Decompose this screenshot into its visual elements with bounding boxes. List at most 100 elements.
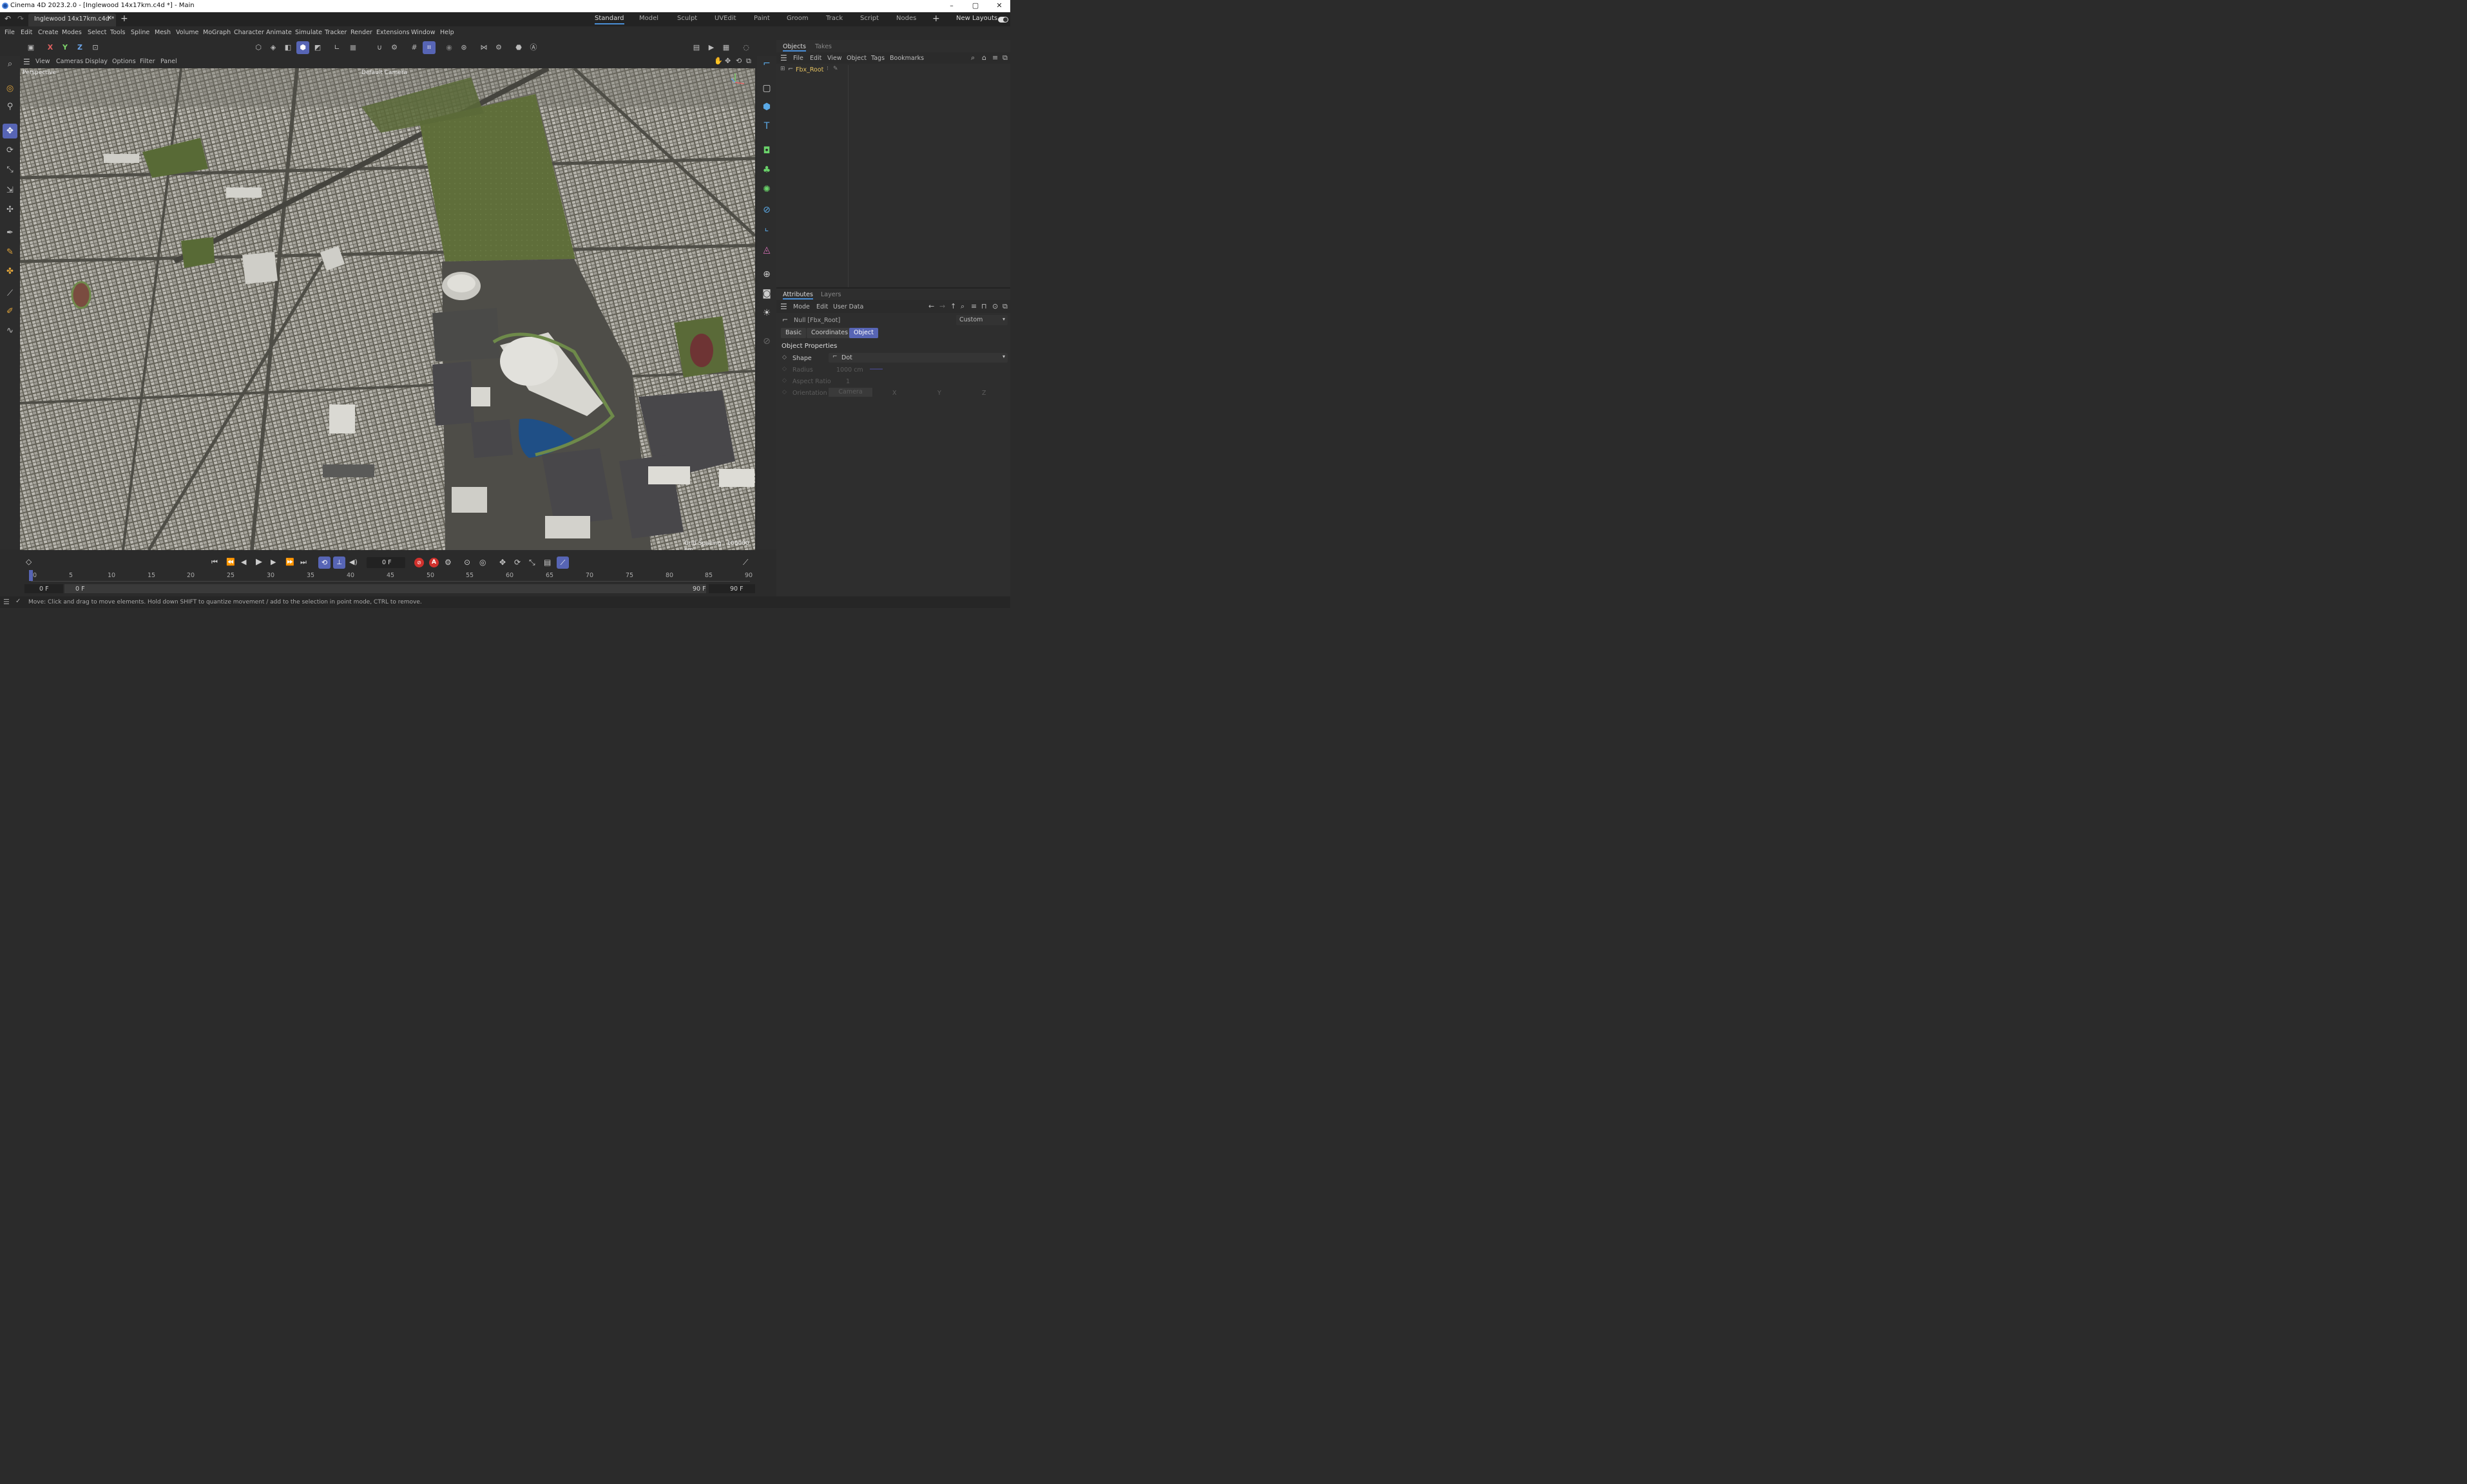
attributes-menu-user-data[interactable]: User Data <box>833 303 863 310</box>
camera-icon[interactable]: ◙ <box>759 286 774 301</box>
paint-tool-icon[interactable]: ✐ <box>3 304 17 319</box>
keyframe-diamond-icon[interactable]: ◇ <box>782 377 787 384</box>
effector-icon[interactable]: ✺ <box>759 182 774 197</box>
viewport-camera-label[interactable]: Default Camera <box>361 70 407 76</box>
deformer-icon[interactable]: ⊘ <box>759 202 774 218</box>
layout-tab-model[interactable]: Model <box>639 15 658 22</box>
orientation-y-button[interactable]: Y <box>937 390 941 397</box>
polygons-mode-icon[interactable]: ◧ <box>282 41 294 54</box>
menu-modes[interactable]: Modes <box>62 29 82 36</box>
viewport-solo-icon[interactable]: ▣ <box>24 41 37 54</box>
sculpt-tool-icon[interactable]: ∿ <box>3 323 17 338</box>
object-row-fbx-root[interactable]: ⊞ ⌐ Fbx_Root ⁝ ✎ <box>778 65 849 75</box>
spline-rectangle-icon[interactable]: ▢ <box>759 81 774 96</box>
cloner-icon[interactable]: ♣ <box>759 162 774 178</box>
go-to-start-icon[interactable]: ⏮ <box>211 558 218 567</box>
record-parameter-icon[interactable]: ▤ <box>544 558 551 567</box>
layout-tab-track[interactable]: Track <box>826 15 843 22</box>
menu-volume[interactable]: Volume <box>176 29 198 36</box>
tab-layers[interactable]: Layers <box>821 291 841 298</box>
layout-toggle[interactable] <box>998 17 1008 23</box>
maximize-button[interactable]: ▢ <box>966 1 985 10</box>
subtab-object[interactable]: Object <box>849 328 878 338</box>
lock-icon[interactable]: ⊓ <box>981 302 987 310</box>
interactive-render-icon[interactable]: ◌ <box>740 41 753 54</box>
symmetry-icon[interactable]: ⋈ <box>477 41 490 54</box>
orientation-x-button[interactable]: X <box>892 390 897 397</box>
edges-mode-icon[interactable]: ◈ <box>267 41 280 54</box>
snap-settings-icon[interactable]: ⚙ <box>388 41 401 54</box>
volume-icon[interactable]: ◬ <box>759 242 774 258</box>
objects-new-window-icon[interactable]: ⧉ <box>1003 53 1008 62</box>
objects-menu-edit[interactable]: Edit <box>810 55 821 62</box>
maximize-view-icon[interactable]: ⧉ <box>746 57 751 66</box>
rotate-tool-icon[interactable]: ⟳ <box>3 143 17 158</box>
viewport-menu-options[interactable]: Options <box>112 58 136 65</box>
attributes-settings-icon[interactable]: ⊙ <box>992 302 998 310</box>
new-tab-icon[interactable]: + <box>120 14 128 24</box>
previous-frame-icon[interactable]: ◀ <box>241 558 246 566</box>
symmetry-settings-icon[interactable]: ⚙ <box>492 41 505 54</box>
menu-create[interactable]: Create <box>38 29 59 36</box>
render-to-picture-viewer-icon[interactable]: ▶ <box>705 41 718 54</box>
x-axis-lock[interactable]: X <box>44 41 57 54</box>
render-region-icon[interactable]: ◉ <box>443 41 456 54</box>
layout-tab-paint[interactable]: Paint <box>754 15 770 22</box>
aspect-ratio-field[interactable]: 1 <box>846 378 850 385</box>
attributes-menu-edit[interactable]: Edit <box>816 303 828 310</box>
preview-range-icon[interactable]: ⊥ <box>333 556 345 569</box>
field-icon[interactable]: ⌞ <box>759 220 774 236</box>
menu-extensions[interactable]: Extensions <box>376 29 410 36</box>
keyframe-mode-icon[interactable]: ◇ <box>26 557 32 566</box>
record-position-icon[interactable]: ✥ <box>499 558 506 567</box>
rotate-view-icon[interactable]: ⟲ <box>736 57 742 65</box>
layout-tab-sculpt[interactable]: Sculpt <box>677 15 697 22</box>
record-icon[interactable]: ⊘ <box>414 558 424 567</box>
render-view-icon[interactable]: ▤ <box>690 41 703 54</box>
points-mode-icon[interactable]: ⬡ <box>252 41 265 54</box>
next-frame-icon[interactable]: ▶ <box>271 558 276 566</box>
objects-menu-view[interactable]: View <box>827 55 842 62</box>
spline-pen-icon[interactable]: ✒ <box>3 225 17 240</box>
z-axis-lock[interactable]: Z <box>73 41 86 54</box>
tab-takes[interactable]: Takes <box>815 43 832 50</box>
material-icon[interactable]: ⬣ <box>512 41 525 54</box>
objects-menu-object[interactable]: Object <box>847 55 867 62</box>
menu-tools[interactable]: Tools <box>110 29 125 36</box>
menu-mograph[interactable]: MoGraph <box>203 29 231 36</box>
render-settings-icon[interactable]: ⊛ <box>457 41 470 54</box>
new-layouts-button[interactable]: New Layouts <box>956 15 997 22</box>
max-frame-field[interactable]: 90 F <box>709 584 755 593</box>
snap-tool-icon[interactable]: ✣ <box>3 202 17 217</box>
objects-menu-file[interactable]: File <box>793 55 803 62</box>
redo-icon[interactable]: ↷ <box>17 14 24 23</box>
objects-filter-icon[interactable]: ≡ <box>992 53 998 62</box>
add-layout-icon[interactable]: + <box>932 14 940 24</box>
viewport-hamburger-icon[interactable]: ☰ <box>23 57 30 66</box>
keyframe-diamond-icon[interactable]: ◇ <box>782 354 787 361</box>
menu-animate[interactable]: Animate <box>266 29 292 36</box>
live-selection-icon[interactable]: ◎ <box>3 81 17 96</box>
attributes-menu-mode[interactable]: Mode <box>793 303 810 310</box>
menu-file[interactable]: File <box>5 29 15 36</box>
subdivision-icon[interactable]: ◘ <box>759 143 774 158</box>
texture-mode-icon[interactable]: ◩ <box>311 41 324 54</box>
viewport-menu-view[interactable]: View <box>35 58 50 65</box>
attributes-hamburger-icon[interactable]: ☰ <box>780 302 787 311</box>
edit-icon[interactable]: ✎ <box>833 66 838 72</box>
visibility-icon[interactable]: ⁝ <box>827 66 829 72</box>
menu-mesh[interactable]: Mesh <box>155 29 171 36</box>
min-frame-field[interactable]: 0 F <box>24 584 63 593</box>
viewport-menu-cameras[interactable]: Cameras <box>56 58 83 65</box>
panel-divider[interactable] <box>776 287 1010 289</box>
cube-icon[interactable]: ⬢ <box>759 99 774 115</box>
record-rotation-icon[interactable]: ⟳ <box>514 558 521 567</box>
light-icon[interactable]: ☀ <box>759 305 774 321</box>
attributes-filter-icon[interactable]: ≡ <box>971 302 977 310</box>
menu-window[interactable]: Window <box>411 29 435 36</box>
edit-render-settings-icon[interactable]: ▦ <box>720 41 733 54</box>
y-axis-lock[interactable]: Y <box>59 41 72 54</box>
polygon-pen-icon[interactable]: ✤ <box>3 264 17 279</box>
null-object-icon[interactable]: ⌐ <box>759 56 774 71</box>
motion-system-icon[interactable]: ◎ <box>479 558 486 567</box>
